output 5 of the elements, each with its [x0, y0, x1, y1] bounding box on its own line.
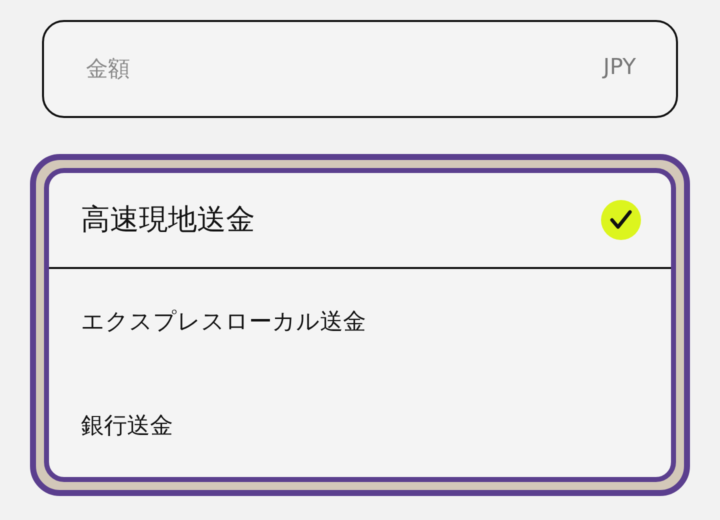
checkmark-icon — [601, 200, 641, 240]
transfer-option[interactable]: エクスプレスローカル送金 — [49, 269, 671, 373]
currency-label: JPY — [603, 55, 636, 80]
transfer-option[interactable]: 高速現地送金 — [49, 173, 671, 269]
transfer-option[interactable]: 銀行送金 — [49, 373, 671, 477]
